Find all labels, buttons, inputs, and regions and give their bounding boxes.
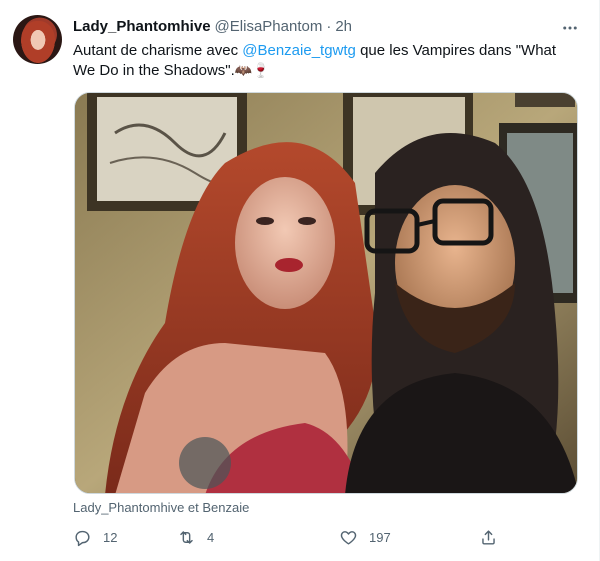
reply-count: 12 <box>103 529 118 545</box>
share-upload-icon <box>482 529 495 545</box>
tweet-emojis: 🦇🍷 <box>234 63 270 79</box>
like-button[interactable]: 197 <box>339 526 391 548</box>
retweet-button[interactable]: 4 <box>177 526 214 548</box>
avatar[interactable] <box>13 15 62 64</box>
heart-icon <box>340 530 357 545</box>
timestamp[interactable]: 2h <box>335 17 352 37</box>
tweet-header: Lady_Phantomhive @ElisaPhantom · 2h <box>73 17 352 37</box>
like-count: 197 <box>369 529 391 545</box>
tweet-text-before: Autant de charisme avec <box>73 42 243 59</box>
reply-button[interactable]: 12 <box>73 526 117 548</box>
tweet[interactable]: Lady_Phantomhive @ElisaPhantom · 2h Auta… <box>0 0 600 561</box>
display-name[interactable]: Lady_Phantomhive <box>73 17 211 37</box>
media-caption[interactable]: Lady_Phantomhive et Benzaie <box>73 500 249 516</box>
reply-bubble-icon <box>75 530 90 546</box>
mention-link[interactable]: @Benzaie_tgwtg <box>242 42 356 59</box>
tweet-actions: 12 4 197 <box>73 526 503 548</box>
retweet-count: 4 <box>207 529 215 545</box>
photo-image <box>75 93 577 493</box>
user-handle[interactable]: @ElisaPhantom <box>215 17 323 37</box>
more-dots-icon <box>563 26 577 30</box>
retweet-arrows-icon <box>180 530 193 544</box>
more-options-button[interactable] <box>559 18 581 38</box>
share-button[interactable] <box>479 526 498 548</box>
tweet-text: Autant de charisme avec @Benzaie_tgwtg q… <box>73 41 573 81</box>
avatar-image <box>21 21 55 63</box>
separator-dot: · <box>326 18 332 35</box>
tweet-photo[interactable] <box>74 92 578 494</box>
